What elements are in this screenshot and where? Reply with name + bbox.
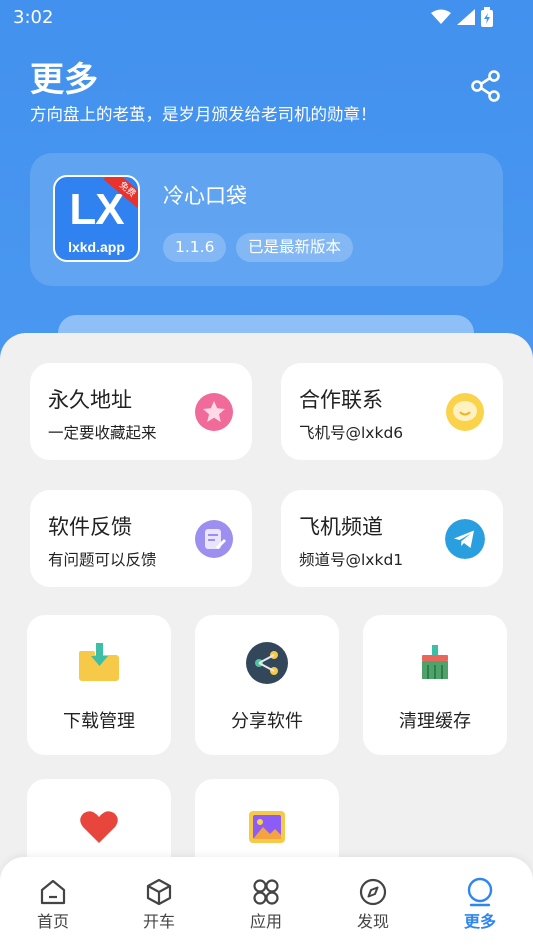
update-status-badge[interactable]: 已是最新版本 xyxy=(236,233,354,262)
app-info-card[interactable]: LX lxkd.app 免费 冷心口袋 1.1.6 已是最新版本 xyxy=(30,153,503,286)
nav-label: 应用 xyxy=(249,912,282,931)
status-time: 3:02 xyxy=(13,7,54,28)
card-title: 合作联系 xyxy=(299,388,383,412)
card-subtitle: 飞机号@lxkd6 xyxy=(299,424,404,442)
tile-label: 下载管理 xyxy=(63,711,135,732)
card-subtitle: 频道号@lxkd1 xyxy=(299,551,404,569)
signal-icon xyxy=(457,9,475,25)
page-subtitle: 方向盘上的老茧，是岁月颁发给老司机的勋章！ xyxy=(30,105,377,124)
card-permanent-address[interactable]: 永久地址 一定要收藏起来 xyxy=(30,363,252,460)
nav-label: 更多 xyxy=(463,912,496,931)
tile-clear-cache[interactable]: 清理缓存 xyxy=(363,615,507,755)
tile-download-manager[interactable]: 下载管理 xyxy=(27,615,171,755)
card-subtitle: 有问题可以反馈 xyxy=(48,551,157,569)
app-name: 冷心口袋 xyxy=(163,184,247,208)
battery-icon xyxy=(481,7,493,27)
tile-label: 分享软件 xyxy=(231,711,303,732)
card-subtitle: 一定要收藏起来 xyxy=(48,424,157,442)
app-logo: LX lxkd.app 免费 xyxy=(53,175,140,262)
more-user-icon xyxy=(467,877,493,907)
heart-icon xyxy=(80,811,118,843)
card-cooperation-contact[interactable]: 合作联系 飞机号@lxkd6 xyxy=(281,363,503,460)
app-version-badge: 1.1.6 xyxy=(163,233,227,262)
logo-domain: lxkd.app xyxy=(68,239,125,255)
compass-icon xyxy=(359,878,387,906)
card-telegram-channel[interactable]: 飞机频道 频道号@lxkd1 xyxy=(281,490,503,587)
star-icon xyxy=(195,393,233,431)
broom-icon xyxy=(422,645,448,679)
nav-item-apps[interactable]: 应用 xyxy=(213,857,319,948)
nav-label: 首页 xyxy=(36,912,69,931)
wifi-icon xyxy=(431,9,451,24)
home-icon xyxy=(40,879,66,905)
nav-item-drive[interactable]: 开车 xyxy=(106,857,212,948)
bottom-nav: 首页 开车 应用 发现 更多 xyxy=(0,857,533,948)
download-folder-icon xyxy=(79,643,119,681)
nav-item-home[interactable]: 首页 xyxy=(0,857,106,948)
apps-grid-icon xyxy=(253,879,279,905)
telegram-icon xyxy=(445,519,485,559)
status-bar: 3:02 xyxy=(0,0,533,36)
share-circle-icon xyxy=(246,642,288,684)
nav-item-more[interactable]: 更多 xyxy=(427,857,533,948)
nav-label: 开车 xyxy=(142,912,175,931)
share-icon xyxy=(471,70,500,102)
cube-icon xyxy=(146,878,172,906)
page-title: 更多 xyxy=(30,60,98,100)
chat-bubble-icon xyxy=(446,393,484,431)
tile-label: 清理缓存 xyxy=(399,711,471,732)
tile-share-app[interactable]: 分享软件 xyxy=(195,615,339,755)
nav-label: 发现 xyxy=(356,912,389,931)
status-icons xyxy=(431,7,493,27)
card-title: 软件反馈 xyxy=(48,515,132,539)
picture-icon xyxy=(249,811,285,843)
card-title: 永久地址 xyxy=(48,388,132,412)
card-title: 飞机频道 xyxy=(299,515,383,539)
nav-item-discover[interactable]: 发现 xyxy=(320,857,426,948)
feedback-icon xyxy=(195,520,233,558)
share-button[interactable] xyxy=(468,68,504,104)
card-feedback[interactable]: 软件反馈 有问题可以反馈 xyxy=(30,490,252,587)
